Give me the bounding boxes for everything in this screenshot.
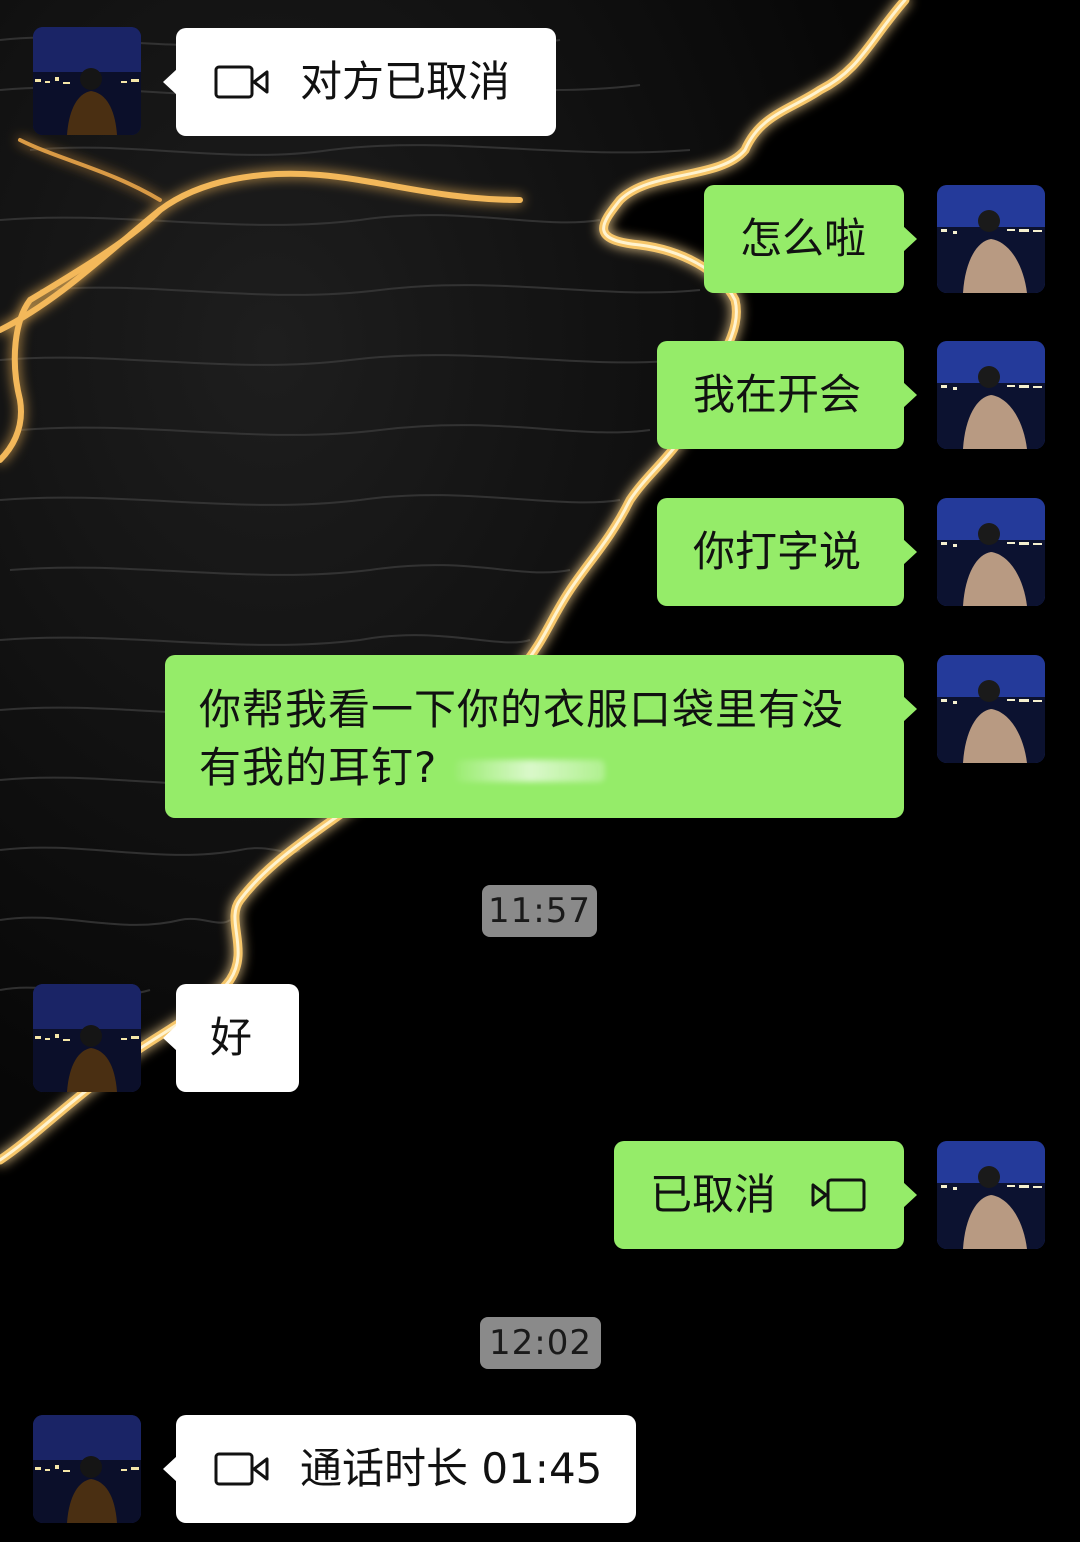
avatar-self[interactable] — [937, 341, 1045, 449]
video-camera-icon — [214, 1452, 269, 1486]
message-text: 对方已取消 — [300, 57, 511, 106]
avatar-self[interactable] — [937, 185, 1045, 293]
chat-screen: 对方已取消 怎么啦 我在开会 你打字说 你帮我看一下你的衣服口袋里有没有我的耳钉… — [0, 0, 1080, 1542]
video-camera-icon — [811, 1178, 866, 1212]
message-text: 已取消 — [650, 1170, 777, 1219]
message-text: 好 — [210, 1013, 253, 1062]
message-bubble-outgoing[interactable]: 怎么啦 — [704, 185, 917, 293]
avatar-image — [33, 984, 141, 1092]
message-bubble-outgoing[interactable]: 你帮我看一下你的衣服口袋里有没有我的耳钉? — [165, 655, 917, 818]
timestamp: 12:02 — [480, 1317, 601, 1369]
message-text: 通话时长 01:45 — [300, 1444, 603, 1493]
avatar-contact[interactable] — [33, 1415, 141, 1523]
avatar-self[interactable] — [937, 655, 1045, 763]
message-bubble-outgoing[interactable]: 我在开会 — [657, 341, 917, 449]
avatar-self[interactable] — [937, 498, 1045, 606]
message-bubble-incoming[interactable]: 对方已取消 — [163, 28, 556, 136]
avatar-image — [937, 498, 1045, 606]
avatar-self[interactable] — [937, 1141, 1045, 1249]
message-bubble-outgoing[interactable]: 你打字说 — [657, 498, 917, 606]
avatar-contact[interactable] — [33, 984, 141, 1092]
avatar-image — [937, 1141, 1045, 1249]
avatar-image — [33, 27, 141, 135]
avatar-image — [937, 341, 1045, 449]
avatar-image — [33, 1415, 141, 1523]
message-text-wrapper: 你帮我看一下你的衣服口袋里有没有我的耳钉? — [199, 681, 879, 797]
message-text: 怎么啦 — [740, 214, 867, 263]
video-camera-icon — [214, 65, 269, 99]
message-bubble-incoming[interactable]: 通话时长 01:45 — [163, 1415, 636, 1523]
redacted-text — [455, 759, 606, 782]
message-text: 我在开会 — [693, 370, 862, 419]
timestamp: 11:57 — [482, 885, 597, 937]
avatar-image — [937, 655, 1045, 763]
avatar-contact[interactable] — [33, 27, 141, 135]
message-text: 你打字说 — [693, 527, 862, 576]
message-bubble-incoming[interactable]: 好 — [163, 984, 299, 1092]
message-bubble-outgoing[interactable]: 已取消 — [614, 1141, 917, 1249]
avatar-image — [937, 185, 1045, 293]
